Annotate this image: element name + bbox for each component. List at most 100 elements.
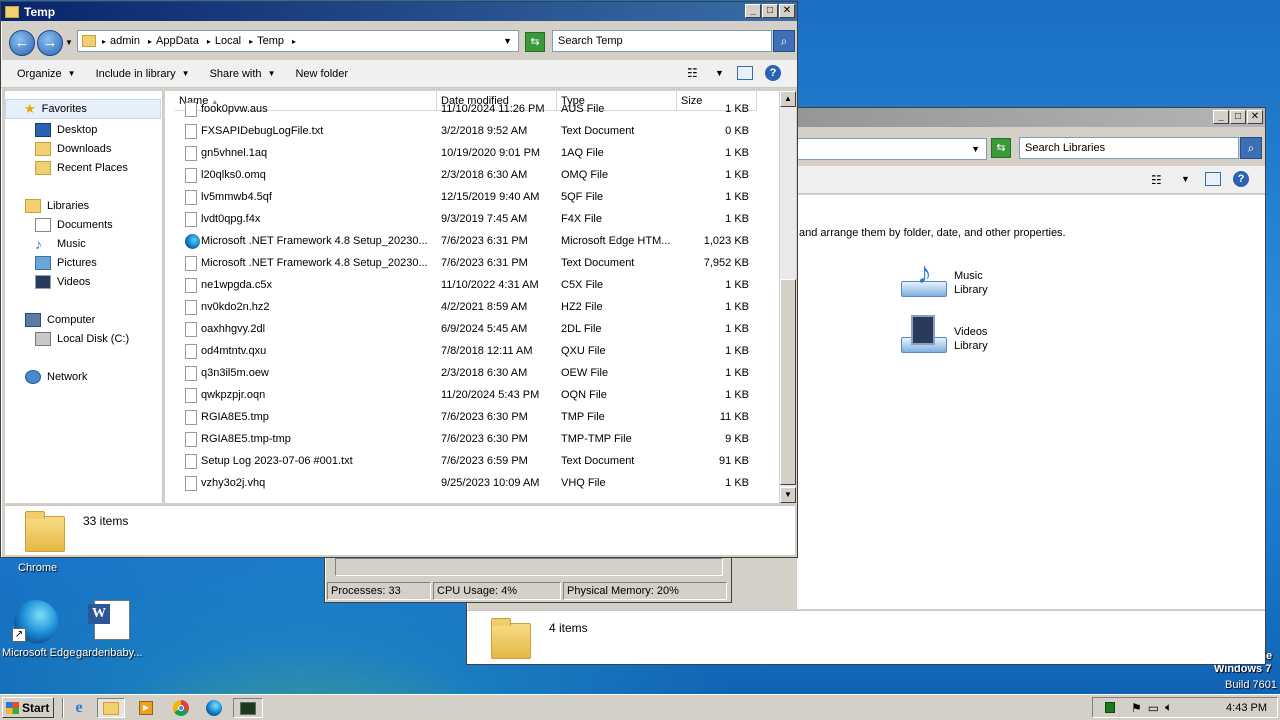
nav-pictures[interactable]: Pictures bbox=[35, 256, 97, 270]
nav-music[interactable]: ♪ Music bbox=[35, 237, 86, 251]
file-row[interactable]: lvdt0qpg.f4x 9/3/2019 7:45 AM F4X File 1 KB bbox=[165, 208, 755, 230]
help-icon[interactable]: ? bbox=[765, 65, 781, 81]
search-icon[interactable]: ⌕ bbox=[1240, 137, 1262, 159]
search-input[interactable]: Search Temp bbox=[552, 30, 772, 52]
breadcrumb[interactable]: ▸ admin ▸ AppData ▸ Local ▸ Temp ▸ bbox=[102, 35, 296, 47]
file-row[interactable]: Setup Log 2023-07-06 #001.txt 7/6/2023 6:… bbox=[165, 450, 755, 472]
videos-library-label2[interactable]: Library bbox=[954, 340, 988, 352]
file-row[interactable]: RGIA8E5.tmp 7/6/2023 6:30 PM TMP File 11 KB bbox=[165, 406, 755, 428]
videos-library-icon[interactable] bbox=[901, 315, 947, 357]
breadcrumb-separator-icon[interactable]: ▸ bbox=[102, 37, 106, 46]
address-bar[interactable]: ▸ admin ▸ AppData ▸ Local ▸ Temp ▸ ▼ bbox=[77, 30, 519, 52]
music-library-label1[interactable]: Music bbox=[954, 270, 983, 282]
file-row[interactable]: fook0pvw.aus 11/10/2024 11:26 PM AUS File 1… bbox=[165, 98, 755, 120]
file-row[interactable]: Microsoft .NET Framework 4.8 Setup_20230… bbox=[165, 230, 755, 252]
maximize-button[interactable]: □ bbox=[762, 4, 778, 18]
desktop-doc-label[interactable]: gardenbaby... bbox=[76, 647, 142, 659]
music-library-icon[interactable]: ♪ bbox=[901, 259, 947, 301]
tray-green-icon[interactable] bbox=[1105, 702, 1115, 713]
music-library-label2[interactable]: Library bbox=[954, 284, 988, 296]
search-icon[interactable]: ⌕ bbox=[773, 30, 795, 52]
temp-titlebar[interactable]: Temp _ □ ✕ bbox=[1, 2, 797, 22]
recent-pages-chevron-icon[interactable]: ▼ bbox=[65, 38, 73, 47]
chevron-down-icon[interactable]: ▼ bbox=[715, 68, 724, 78]
breadcrumb-item[interactable]: admin bbox=[110, 35, 140, 47]
vertical-scrollbar[interactable]: ▲ ▼ bbox=[779, 91, 796, 503]
scroll-thumb[interactable] bbox=[780, 279, 796, 485]
nav-favorites[interactable]: ★ Favorites bbox=[5, 99, 161, 119]
file-row[interactable]: Microsoft .NET Framework 4.8 Setup_20230… bbox=[165, 252, 755, 274]
nav-recent-places[interactable]: Recent Places bbox=[35, 161, 128, 175]
share-with-button[interactable]: Share with ▼ bbox=[210, 68, 276, 80]
back-arrow-icon[interactable]: ← bbox=[9, 30, 35, 56]
chevron-down-icon[interactable]: ▼ bbox=[1181, 174, 1190, 184]
libraries-search-input[interactable]: Search Libraries bbox=[1019, 137, 1239, 159]
file-row[interactable]: FXSAPIDebugLogFile.txt 3/2/2018 9:52 AM Te… bbox=[165, 120, 755, 142]
file-row[interactable]: l20qlks0.omq 2/3/2018 6:30 AM OMQ File 1 KB bbox=[165, 164, 755, 186]
file-row[interactable]: RGIA8E5.tmp-tmp 7/6/2023 6:30 PM TMP-TMP F… bbox=[165, 428, 755, 450]
word-document-icon[interactable]: W bbox=[88, 598, 136, 642]
view-options-icon[interactable]: ☷ bbox=[1151, 173, 1162, 187]
file-row[interactable]: qwkpzpjr.oqn 11/20/2024 5:43 PM OQN File 1 … bbox=[165, 384, 755, 406]
file-row[interactable]: q3n3il5m.oew 2/3/2018 6:30 AM OEW File 1 KB bbox=[165, 362, 755, 384]
network-tray-icon[interactable]: ▭ bbox=[1148, 701, 1159, 715]
task-manager-taskbar-icon[interactable] bbox=[233, 698, 263, 718]
chrome-icon[interactable] bbox=[170, 698, 192, 718]
file-row[interactable]: gn5vhnel.1aq 10/19/2020 9:01 PM 1AQ File 1 … bbox=[165, 142, 755, 164]
file-row[interactable]: ne1wpgda.c5x 11/10/2022 4:31 AM C5X File 1 … bbox=[165, 274, 755, 296]
internet-explorer-icon[interactable]: e bbox=[68, 698, 90, 718]
videos-library-label1[interactable]: Videos bbox=[954, 326, 987, 338]
chevron-down-icon[interactable]: ▼ bbox=[971, 144, 980, 154]
nav-libraries[interactable]: Libraries bbox=[25, 199, 89, 213]
edge-desktop-icon[interactable]: ↗ bbox=[12, 598, 62, 644]
flag-icon[interactable]: ⚑ bbox=[1131, 701, 1142, 715]
include-in-library-button[interactable]: Include in library ▼ bbox=[96, 68, 190, 80]
nav-network[interactable]: Network bbox=[25, 370, 87, 384]
close-button[interactable]: ✕ bbox=[1247, 110, 1263, 124]
nav-documents[interactable]: Documents bbox=[35, 218, 113, 232]
media-player-icon[interactable]: ▶ bbox=[135, 698, 157, 718]
breadcrumb-separator-icon[interactable]: ▸ bbox=[207, 37, 211, 46]
breadcrumb-separator-icon[interactable]: ▸ bbox=[292, 37, 296, 46]
breadcrumb-separator-icon[interactable]: ▸ bbox=[148, 37, 152, 46]
preview-pane-icon[interactable] bbox=[737, 66, 753, 80]
nav-videos[interactable]: Videos bbox=[35, 275, 90, 289]
desktop-chrome-label[interactable]: Chrome bbox=[18, 562, 57, 574]
organize-button[interactable]: Organize ▼ bbox=[17, 68, 76, 80]
refresh-icon[interactable]: ⇆ bbox=[525, 32, 545, 52]
maximize-button[interactable]: □ bbox=[1230, 110, 1246, 124]
start-button[interactable]: Start bbox=[2, 697, 54, 718]
file-row[interactable]: lv5mmwb4.5qf 12/15/2019 9:40 AM 5QF File 1 … bbox=[165, 186, 755, 208]
scroll-up-icon[interactable]: ▲ bbox=[780, 91, 796, 107]
view-options-icon[interactable]: ☷ bbox=[687, 66, 698, 80]
breadcrumb-item[interactable]: Temp bbox=[257, 35, 284, 47]
libraries-address-bar[interactable]: ▼ bbox=[797, 138, 987, 160]
chevron-down-icon[interactable]: ▼ bbox=[503, 36, 512, 46]
preview-pane-icon[interactable] bbox=[1205, 172, 1221, 186]
clock[interactable]: 4:43 PM bbox=[1226, 702, 1267, 714]
nav-desktop[interactable]: Desktop bbox=[35, 123, 97, 137]
volume-icon[interactable]: 🔈︎ bbox=[1165, 700, 1172, 715]
nav-downloads[interactable]: Downloads bbox=[35, 142, 111, 156]
new-folder-button[interactable]: New folder bbox=[295, 68, 348, 80]
nav-computer[interactable]: Computer bbox=[25, 313, 95, 327]
breadcrumb-separator-icon[interactable]: ▸ bbox=[249, 37, 253, 46]
nav-local-disk[interactable]: Local Disk (C:) bbox=[35, 332, 129, 346]
task-manager-window[interactable]: Processes: 33 CPU Usage: 4% Physical Mem… bbox=[324, 555, 732, 603]
file-row[interactable]: oaxhhgvy.2dl 6/9/2024 5:45 AM 2DL File 1 KB bbox=[165, 318, 755, 340]
close-button[interactable]: ✕ bbox=[779, 4, 795, 18]
breadcrumb-item[interactable]: AppData bbox=[156, 35, 199, 47]
explorer-taskbar-icon[interactable] bbox=[97, 698, 125, 718]
forward-arrow-icon[interactable]: → bbox=[37, 30, 63, 56]
edge-icon[interactable] bbox=[203, 698, 225, 718]
desktop-edge-label[interactable]: Microsoft Edge bbox=[2, 647, 75, 659]
temp-explorer-window[interactable]: Temp _ □ ✕ ← → ▼ ▸ admin ▸ AppData ▸ Local ▸ Te… bbox=[0, 1, 798, 558]
minimize-button[interactable]: _ bbox=[1213, 110, 1229, 124]
file-row[interactable]: nv0kdo2n.hz2 4/2/2021 8:59 AM HZ2 File 1 KB bbox=[165, 296, 755, 318]
file-row[interactable]: od4mtntv.qxu 7/8/2018 12:11 AM QXU File 1 K… bbox=[165, 340, 755, 362]
help-icon[interactable]: ? bbox=[1233, 171, 1249, 187]
file-row[interactable]: vzhy3o2j.vhq 9/25/2023 10:09 AM VHQ File 1 … bbox=[165, 472, 755, 494]
refresh-icon[interactable]: ⇆ bbox=[991, 138, 1011, 158]
minimize-button[interactable]: _ bbox=[745, 4, 761, 18]
scroll-down-icon[interactable]: ▼ bbox=[780, 487, 796, 503]
